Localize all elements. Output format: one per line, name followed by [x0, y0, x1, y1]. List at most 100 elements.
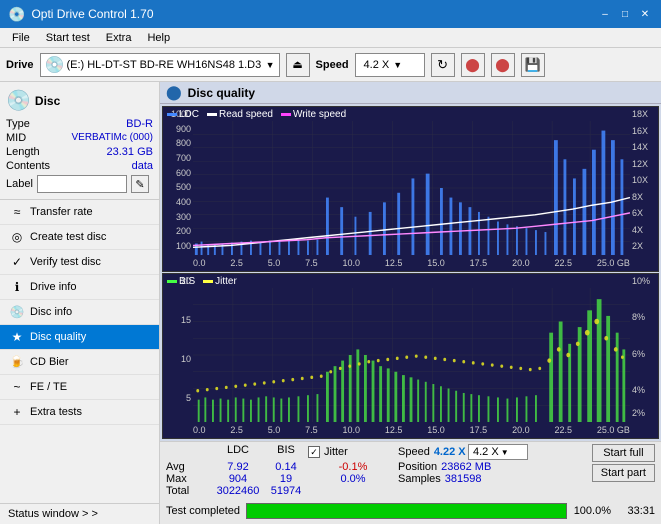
disc-label-row: Label ✎ — [6, 173, 153, 193]
disc-mid-row: MID VERBATIMc (000) — [6, 131, 153, 145]
sidebar-item-label-verify-test-disc: Verify test disc — [30, 256, 101, 268]
disc-type-val: BD-R — [126, 118, 153, 130]
sidebar-item-label-disc-quality: Disc quality — [30, 331, 86, 343]
start-part-button[interactable]: Start part — [592, 464, 655, 482]
samples-label: Samples — [398, 473, 441, 485]
title-bar-controls: – □ ✕ — [597, 6, 653, 22]
sidebar-item-label-fe-te: FE / TE — [30, 381, 67, 393]
progress-percent: 100.0% — [573, 505, 611, 517]
save-icon: 💾 — [524, 57, 540, 73]
progress-bar-outer — [246, 503, 567, 519]
max-label: Max — [166, 473, 212, 485]
col-empty — [166, 444, 212, 460]
start-full-button[interactable]: Start full — [592, 444, 655, 462]
progress-label: Test completed — [166, 505, 240, 517]
speed-dropdown[interactable]: 4.2 X ▼ — [468, 444, 528, 460]
disc-type-row: Type BD-R — [6, 117, 153, 131]
transfer-rate-icon: ≈ — [10, 205, 24, 219]
drive-info-icon: ℹ — [10, 280, 24, 294]
position-val: 23862 MB — [441, 461, 491, 473]
legend-bis: BIS — [167, 276, 195, 287]
sidebar-item-drive-info[interactable]: ℹ Drive info — [0, 275, 159, 300]
sidebar-item-label-create-test-disc: Create test disc — [30, 231, 106, 243]
settings-button[interactable]: ⬤ — [461, 53, 485, 77]
sidebar-item-disc-quality[interactable]: ★ Disc quality — [0, 325, 159, 350]
speed-stat-val: 4.22 X — [434, 446, 466, 458]
bis-y-axis-right: 10% 8% 6% 4% 2% — [630, 274, 658, 420]
total-label: Total — [166, 485, 212, 497]
sidebar-item-disc-info[interactable]: 💿 Disc info — [0, 300, 159, 325]
speed-dropdown-icon: ▼ — [501, 448, 509, 457]
drive-bar: Drive 💿 (E:) HL-DT-ST BD-RE WH16NS48 1.D… — [0, 48, 661, 82]
refresh-button[interactable]: ↻ — [431, 53, 455, 77]
disc-mid-val: VERBATIMc (000) — [72, 132, 154, 144]
disc-length-val: 23.31 GB — [107, 146, 153, 158]
ldc-chart-svg-area — [193, 121, 630, 255]
position-row: Position 23862 MB — [398, 461, 528, 473]
disc-type-key: Type — [6, 118, 30, 130]
ldc-y-axis-left: 1000 900 800 700 600 500 400 300 200 100 — [163, 107, 193, 253]
total-bis-val: 51974 — [264, 485, 308, 497]
create-test-disc-icon: ◎ — [10, 230, 24, 244]
fe-te-icon: ~ — [10, 380, 24, 394]
legend-jitter: Jitter — [203, 276, 237, 287]
speed-value: 4.2 X — [364, 59, 390, 71]
menu-file[interactable]: File — [4, 30, 38, 46]
speed-dropdown-val: 4.2 X — [473, 446, 499, 458]
disc-section: 💿 Disc Type BD-R MID VERBATIMc (000) Len… — [0, 82, 159, 200]
progress-row: Test completed 100.0% 33:31 — [166, 500, 655, 522]
extra-tests-icon: + — [10, 405, 24, 419]
disc-contents-val: data — [132, 160, 153, 172]
menu-extra[interactable]: Extra — [98, 30, 140, 46]
avg-bis-val: 0.14 — [264, 461, 308, 473]
eject-button[interactable]: ⏏ — [286, 53, 310, 77]
status-window-button[interactable]: Status window > > — [0, 503, 159, 524]
bis-y-axis-left: 20 15 10 5 — [163, 274, 193, 420]
menu-help[interactable]: Help — [139, 30, 178, 46]
disc-info-icon: 💿 — [10, 305, 24, 319]
disc-mid-key: MID — [6, 132, 26, 144]
sidebar-item-verify-test-disc[interactable]: ✓ Verify test disc — [0, 250, 159, 275]
minimize-button[interactable]: – — [597, 6, 613, 22]
eject-icon: ⏏ — [292, 58, 302, 71]
disc-section-title: Disc — [35, 94, 60, 108]
menu-bar: File Start test Extra Help — [0, 28, 661, 48]
max-jitter-val: 0.0% — [308, 473, 398, 485]
title-bar-left: 💿 Opti Drive Control 1.70 — [8, 6, 154, 23]
speed-select[interactable]: 4.2 X ▼ — [355, 53, 425, 77]
disc-contents-row: Contents data — [6, 159, 153, 173]
chevron-down-icon: ▼ — [266, 60, 275, 70]
disc-quality-title: Disc quality — [188, 86, 255, 100]
menu-start-test[interactable]: Start test — [38, 30, 98, 46]
info-button[interactable]: ⬤ — [491, 53, 515, 77]
col-bis-header: BIS — [264, 444, 308, 460]
disc-contents-key: Contents — [6, 160, 50, 172]
disc-header: 💿 Disc — [6, 88, 153, 113]
col-ldc-header: LDC — [212, 444, 264, 460]
bottom-bar: LDC BIS ✓ Jitter Speed 4.22 X 4.2 X ▼ — [160, 441, 661, 524]
sidebar-item-cd-bier[interactable]: 🍺 CD Bier — [0, 350, 159, 375]
sidebar-item-extra-tests[interactable]: + Extra tests — [0, 400, 159, 425]
sidebar-item-label-extra-tests: Extra tests — [30, 406, 82, 418]
speed-val-row: Speed 4.22 X — [398, 444, 468, 460]
sidebar-item-fe-te[interactable]: ~ FE / TE — [0, 375, 159, 400]
bis-x-axis: 0.0 2.5 5.0 7.5 10.0 12.5 15.0 17.5 20.0… — [193, 422, 630, 438]
maximize-button[interactable]: □ — [617, 6, 633, 22]
disc-label-button[interactable]: ✎ — [131, 175, 149, 193]
close-button[interactable]: ✕ — [637, 6, 653, 22]
sidebar-item-transfer-rate[interactable]: ≈ Transfer rate — [0, 200, 159, 225]
sidebar-item-create-test-disc[interactable]: ◎ Create test disc — [0, 225, 159, 250]
disc-section-icon: 💿 — [6, 88, 31, 113]
drive-select[interactable]: 💿 (E:) HL-DT-ST BD-RE WH16NS48 1.D3 ▼ — [40, 53, 280, 77]
sidebar-item-label-drive-info: Drive info — [30, 281, 76, 293]
disc-length-row: Length 23.31 GB — [6, 145, 153, 159]
progress-time: 33:31 — [617, 505, 655, 517]
main-layout: 💿 Disc Type BD-R MID VERBATIMc (000) Len… — [0, 82, 661, 524]
legend-read-speed: Read speed — [207, 109, 273, 120]
disc-label-input[interactable] — [37, 175, 127, 193]
save-button[interactable]: 💾 — [521, 53, 545, 77]
avg-label: Avg — [166, 461, 212, 473]
sidebar-item-label-disc-info: Disc info — [30, 306, 72, 318]
drive-label: Drive — [6, 59, 34, 71]
jitter-checkbox[interactable]: ✓ — [308, 446, 320, 458]
